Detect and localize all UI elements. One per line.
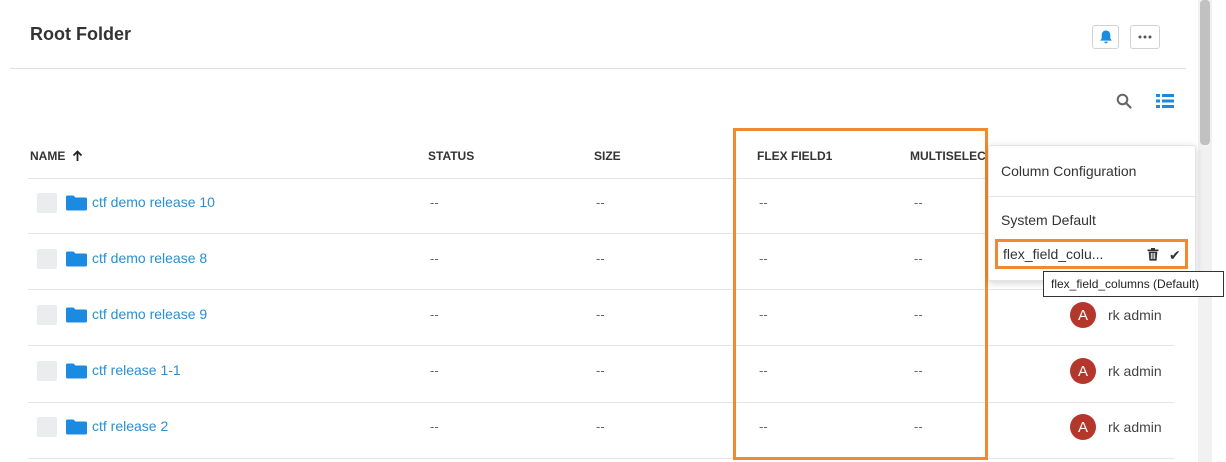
notifications-button[interactable] [1092, 25, 1119, 49]
scrollbar-thumb[interactable] [1200, 0, 1210, 145]
status-cell: -- [430, 419, 439, 434]
column-header-size[interactable]: SIZE [594, 149, 621, 163]
row-checkbox[interactable] [37, 417, 57, 437]
owner-name: rk admin [1108, 419, 1162, 435]
status-cell: -- [430, 251, 439, 266]
status-cell: -- [430, 307, 439, 322]
folder-icon [66, 251, 87, 267]
trash-icon[interactable] [1147, 248, 1159, 261]
owner-avatar: A [1070, 358, 1096, 384]
folder-link[interactable]: ctf release 2 [92, 418, 168, 434]
flex-field1-cell: -- [759, 307, 768, 322]
size-cell: -- [596, 307, 605, 322]
flex-field1-cell: -- [759, 195, 768, 210]
folder-link[interactable]: ctf demo release 10 [92, 194, 215, 210]
column-header-name[interactable]: NAME [30, 149, 83, 163]
folder-icon [66, 419, 87, 435]
table-row: ctf demo release 9 -- -- -- -- A rk admi… [0, 290, 1190, 346]
size-cell: -- [596, 419, 605, 434]
row-divider [28, 458, 1174, 459]
ellipsis-icon [1138, 35, 1152, 39]
folder-link[interactable]: ctf demo release 9 [92, 306, 207, 322]
folder-icon [66, 195, 87, 211]
check-icon: ✔ [1169, 247, 1181, 263]
search-button[interactable] [1113, 90, 1135, 112]
menu-item-flex-field-columns[interactable]: flex_field_colu... ✔ [995, 239, 1188, 269]
column-header-status[interactable]: STATUS [428, 149, 474, 163]
flex-field1-cell: -- [759, 251, 768, 266]
column-config-menu: Column Configuration System Default flex… [988, 145, 1196, 281]
row-checkbox[interactable] [37, 305, 57, 325]
column-config-button[interactable] [1154, 90, 1176, 112]
flex-field1-cell: -- [759, 419, 768, 434]
size-cell: -- [596, 195, 605, 210]
table-row: ctf release 2 -- -- -- -- A rk admin [0, 402, 1190, 458]
owner-name: rk admin [1108, 363, 1162, 379]
multiselect-cell: -- [914, 363, 923, 378]
column-header-multiselect[interactable]: MULTISELECT [910, 149, 988, 163]
column-header-flex-field1[interactable]: FLEX FIELD1 [757, 149, 832, 163]
column-header-name-label: NAME [30, 149, 66, 163]
page-title: Root Folder [30, 24, 131, 44]
multiselect-cell: -- [914, 251, 923, 266]
menu-item-label: flex_field_colu... [1003, 246, 1104, 262]
row-checkbox[interactable] [37, 193, 57, 213]
folder-link[interactable]: ctf demo release 8 [92, 250, 207, 266]
arrow-up-icon [73, 150, 83, 161]
multiselect-cell: -- [914, 307, 923, 322]
size-cell: -- [596, 363, 605, 378]
owner-name: rk admin [1108, 307, 1162, 323]
row-checkbox[interactable] [37, 249, 57, 269]
column-config-title: Column Configuration [1001, 163, 1137, 179]
size-cell: -- [596, 251, 605, 266]
multiselect-cell: -- [914, 419, 923, 434]
owner-avatar: A [1070, 414, 1096, 440]
more-options-button[interactable] [1130, 25, 1160, 49]
menu-divider [989, 196, 1195, 197]
owner-avatar: A [1070, 302, 1096, 328]
status-cell: -- [430, 363, 439, 378]
status-cell: -- [430, 195, 439, 210]
table-row: ctf release 1-1 -- -- -- -- A rk admin [0, 346, 1190, 402]
page: Root Folder NAME STATUS SIZE FLEX FIELD1… [0, 0, 1226, 462]
header-divider [10, 68, 1186, 69]
tooltip: flex_field_columns (Default) [1043, 271, 1224, 297]
row-checkbox[interactable] [37, 361, 57, 381]
folder-icon [66, 363, 87, 379]
multiselect-cell: -- [914, 195, 923, 210]
column-config-icon [1156, 94, 1174, 108]
search-icon [1116, 93, 1132, 109]
bell-icon [1099, 30, 1112, 44]
flex-field1-cell: -- [759, 363, 768, 378]
folder-link[interactable]: ctf release 1-1 [92, 362, 181, 378]
folder-icon [66, 307, 87, 323]
menu-item-system-default[interactable]: System Default [1001, 212, 1096, 228]
